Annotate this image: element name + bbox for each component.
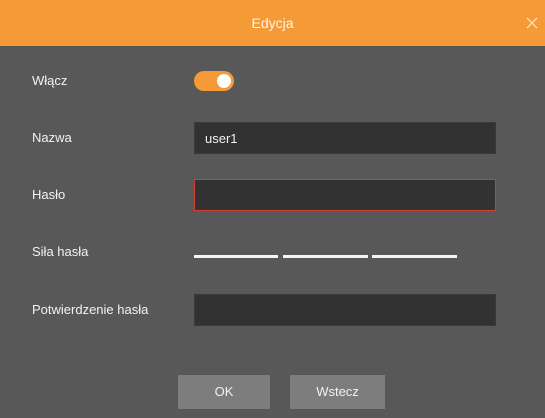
- name-field[interactable]: [194, 122, 496, 154]
- toggle-knob: [217, 74, 231, 88]
- edit-dialog: Edycja Włącz Nazwa Hasło Siła hasła Potw…: [0, 0, 545, 418]
- password-strength-label: Siła hasła: [32, 244, 89, 259]
- password-field[interactable]: [194, 179, 496, 211]
- password-label: Hasło: [32, 187, 66, 202]
- name-label: Nazwa: [32, 130, 72, 145]
- enable-toggle[interactable]: [194, 71, 234, 91]
- strength-segment-1: [194, 255, 278, 258]
- enable-label: Włącz: [32, 73, 68, 88]
- strength-segment-2: [283, 255, 368, 258]
- close-icon[interactable]: [521, 12, 543, 34]
- back-button[interactable]: Wstecz: [290, 375, 385, 409]
- confirm-password-field[interactable]: [194, 294, 496, 326]
- strength-segment-3: [372, 255, 457, 258]
- dialog-title: Edycja: [251, 15, 294, 31]
- dialog-titlebar: Edycja: [0, 0, 545, 46]
- confirm-password-label: Potwierdzenie hasła: [32, 302, 149, 317]
- ok-button[interactable]: OK: [178, 375, 270, 409]
